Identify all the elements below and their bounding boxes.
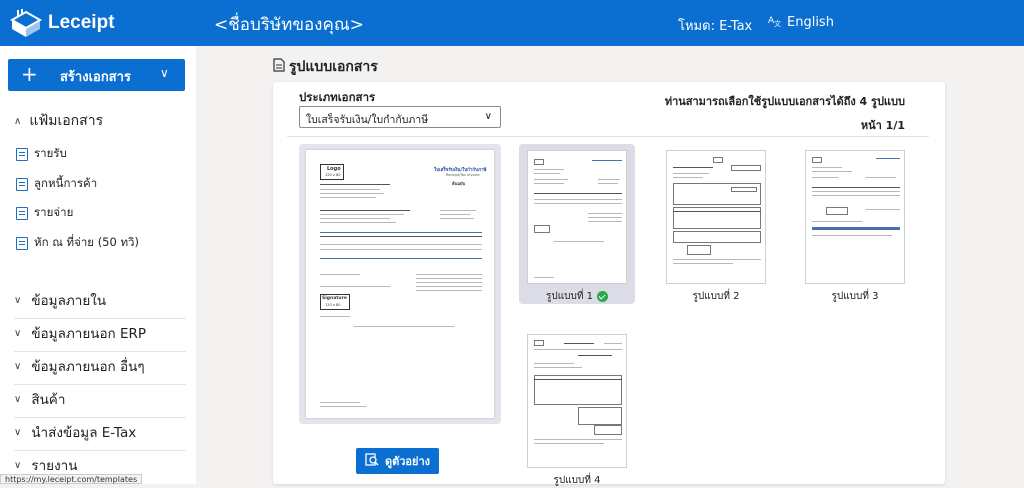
template-name-text: รูปแบบที่ 1 [546,291,593,302]
chevron-down-icon: ∨ [14,459,22,471]
template-thumbnail [666,150,766,284]
template-name: รูปแบบที่ 4 [519,473,635,488]
template-name-text: รูปแบบที่ 4 [553,475,601,486]
document-icon [16,177,28,191]
template-name-text: รูปแบบที่ 2 [692,291,740,302]
preview-doc-title: ใบเสร็จรับเงิน/ใบกำกับภาษี [434,168,487,173]
template-name: รูปแบบที่ 1 [519,289,635,304]
document-icon [16,236,28,250]
page-title: รูปแบบเอกสาร [273,56,378,78]
sidebar-section-erp[interactable]: ∨ ข้อมูลภายนอก ERP [14,322,186,352]
sidebar-item-expenses[interactable]: รายจ่าย [16,204,73,222]
sidebar: + สร้างเอกสาร ∨ ∧ แฟ้มเอกสาร รายรับ ลูกห… [0,46,196,484]
sidebar-section-label: ข้อมูลภายนอก ERP [31,326,147,342]
template-option-2[interactable]: รูปแบบที่ 2 [658,144,774,304]
doc-type-label: ประเภทเอกสาร [299,90,376,104]
template-thumbnail [805,150,905,284]
page-indicator: หน้า 1/1 [860,119,905,132]
chevron-down-icon: ∨ [160,66,169,80]
chevron-down-icon: ∨ [14,327,22,339]
sidebar-folder-header[interactable]: ∧ แฟ้มเอกสาร [14,110,103,132]
sidebar-item-label: รายรับ [34,146,67,160]
preview-icon [365,453,379,469]
doc-type-selected-value: ใบเสร็จรับเงิน/ใบกำกับภาษี [306,114,429,126]
sidebar-section-etax-submit[interactable]: ∨ นำส่งข้อมูล E-Tax [14,421,186,451]
page-title-text: รูปแบบเอกสาร [289,59,378,75]
template-name-text: รูปแบบที่ 3 [831,291,879,302]
translate-icon: A文 [768,13,782,31]
preview-original-label: ต้นฉบับ [452,181,466,186]
sidebar-section-internal[interactable]: ∨ ข้อมูลภายใน [14,289,186,319]
leceipt-logo-icon [9,8,43,38]
divider [287,136,929,137]
sidebar-section-external-other[interactable]: ∨ ข้อมูลภายนอก อื่นๆ [14,355,186,385]
preview-button[interactable]: ดูตัวอย่าง [356,448,439,474]
language-label: English [787,14,834,30]
sidebar-item-label: รายจ่าย [34,205,74,219]
logo-placeholder-text: Logo [327,166,341,172]
brand-logo[interactable]: Leceipt [9,6,115,40]
sidebar-section-label: ข้อมูลภายใน [31,293,107,309]
chevron-down-icon: ∨ [14,294,22,306]
chevron-down-icon: ∨ [14,360,22,372]
template-preview: Logo 120 x 80 ใบเสร็จรับเงิน/ใบกำกับภาษี… [299,144,501,424]
template-name: รูปแบบที่ 2 [658,289,774,304]
preview-document: Logo 120 x 80 ใบเสร็จรับเงิน/ใบกำกับภาษี… [306,150,494,418]
chevron-down-icon: ∨ [484,111,492,122]
template-thumbnail [527,334,627,468]
templates-card: ประเภทเอกสาร ใบเสร็จรับเงิน/ใบกำกับภาษี … [273,82,945,486]
sidebar-section-label: สินค้า [31,392,66,408]
doc-type-select[interactable]: ใบเสร็จรับเงิน/ใบกำกับภาษี ∨ [299,106,501,128]
create-document-button[interactable]: + สร้างเอกสาร ∨ [8,59,185,91]
check-circle-icon [597,291,608,302]
signature-placeholder-size: 120 x 80 [325,303,341,307]
template-name: รูปแบบที่ 3 [797,289,913,304]
svg-text:文: 文 [774,19,781,27]
template-option-3[interactable]: รูปแบบที่ 3 [797,144,913,304]
preview-button-label: ดูตัวอย่าง [384,455,431,468]
folder-label: แฟ้มเอกสาร [29,113,104,129]
brand-name: Leceipt [48,12,115,33]
plus-icon: + [21,62,38,86]
chevron-down-icon: ∨ [14,393,22,405]
sidebar-section-label: รายงาน [31,458,78,474]
preview-doc-subtitle: Receipt/Tax Invoice [446,173,480,177]
document-icon [16,147,28,161]
create-document-label: สร้างเอกสาร [60,70,131,85]
chevron-up-icon: ∧ [14,115,22,127]
sidebar-item-label: หัก ณ ที่จ่าย (50 ทวิ) [34,235,139,249]
chevron-down-icon: ∨ [14,426,22,438]
signature-placeholder-text: Signature [322,296,347,301]
document-icon [16,206,28,220]
sidebar-section-label: ข้อมูลภายนอก อื่นๆ [31,359,145,375]
top-bar: Leceipt <ชื่อบริษัทของคุณ> โหมด: E-Tax A… [0,0,1024,46]
sidebar-section-products[interactable]: ∨ สินค้า [14,388,186,418]
sidebar-item-withholding[interactable]: หัก ณ ที่จ่าย (50 ทวิ) [16,234,139,252]
company-name[interactable]: <ชื่อบริษัทของคุณ> [214,11,364,38]
logo-placeholder-size: 120 x 80 [325,173,341,177]
sidebar-item-label: ลูกหนี้การค้า [34,176,98,190]
sidebar-item-income[interactable]: รายรับ [16,145,67,163]
template-thumbnail [527,150,627,284]
sidebar-item-receivables[interactable]: ลูกหนี้การค้า [16,175,97,193]
template-option-1[interactable]: รูปแบบที่ 1 [519,144,635,304]
template-option-4[interactable]: รูปแบบที่ 4 [519,328,635,488]
mode-indicator[interactable]: โหมด: E-Tax [678,15,752,36]
status-bar-url: https://my.leceipt.com/templates [0,474,143,484]
available-templates-text: ท่านสามารถเลือกใช้รูปแบบเอกสารได้ถึง 4 ร… [664,95,905,108]
sidebar-section-label: นำส่งข้อมูล E-Tax [31,425,137,441]
language-switcher[interactable]: A文 English [768,13,834,31]
document-icon [273,58,285,76]
